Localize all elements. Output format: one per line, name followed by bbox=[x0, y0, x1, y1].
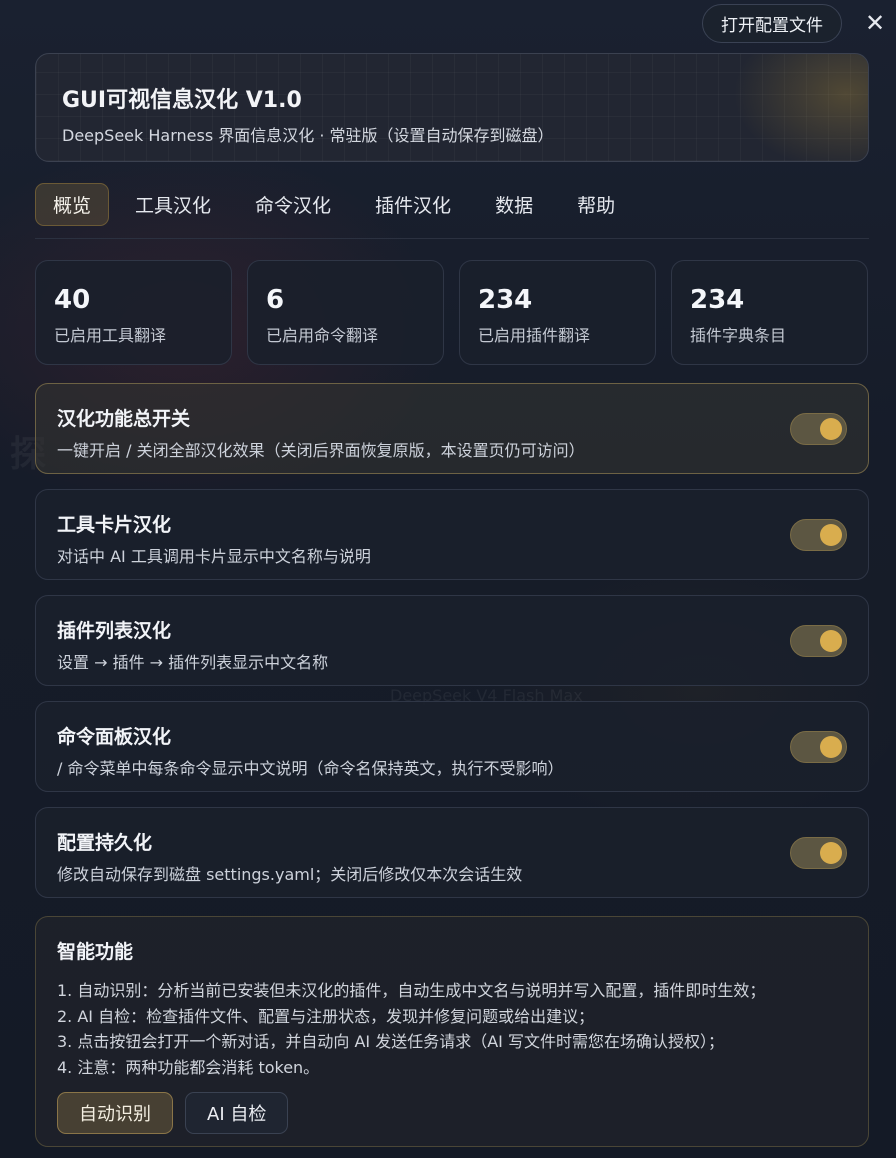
toggle-knob bbox=[820, 736, 842, 758]
stat-card-tools: 40 已启用工具翻译 bbox=[35, 260, 232, 365]
tab-data[interactable]: 数据 bbox=[477, 183, 551, 226]
smart-line: 2. AI 自检：检查插件文件、配置与注册状态，发现并修复问题或给出建议； bbox=[57, 1006, 595, 1026]
smart-features-card: 智能功能 1. 自动识别：分析当前已安装但未汉化的插件，自动生成中文名与说明并写… bbox=[35, 916, 869, 1147]
setting-command-panel: 命令面板汉化 / 命令菜单中每条命令显示中文说明（命令名保持英文，执行不受影响） bbox=[35, 701, 869, 792]
tab-help[interactable]: 帮助 bbox=[559, 183, 633, 226]
stat-label: 已启用工具翻译 bbox=[54, 326, 167, 345]
smart-title: 智能功能 bbox=[57, 941, 134, 963]
toggle-knob bbox=[820, 630, 842, 652]
setting-title: 配置持久化 bbox=[57, 832, 153, 854]
open-config-button[interactable]: 打开配置文件 bbox=[702, 4, 842, 43]
page-subtitle: DeepSeek Harness 界面信息汉化 · 常驻版（设置自动保存到磁盘） bbox=[62, 126, 554, 145]
toggle-knob bbox=[820, 418, 842, 440]
setting-desc: 修改自动保存到磁盘 settings.yaml；关闭后修改仅本次会话生效 bbox=[57, 865, 523, 884]
setting-persistence: 配置持久化 修改自动保存到磁盘 settings.yaml；关闭后修改仅本次会话… bbox=[35, 807, 869, 898]
master-switch-toggle[interactable] bbox=[790, 413, 847, 445]
setting-title: 工具卡片汉化 bbox=[57, 514, 172, 536]
tab-tools[interactable]: 工具汉化 bbox=[117, 183, 229, 226]
setting-title: 命令面板汉化 bbox=[57, 726, 172, 748]
setting-title: 汉化功能总开关 bbox=[57, 408, 191, 430]
stat-value: 234 bbox=[478, 285, 533, 315]
tab-overview[interactable]: 概览 bbox=[35, 183, 110, 226]
setting-desc: 一键开启 / 关闭全部汉化效果（关闭后界面恢复原版，本设置页仍可访问） bbox=[57, 441, 585, 460]
tool-cards-toggle[interactable] bbox=[790, 519, 847, 551]
stat-value: 6 bbox=[266, 285, 285, 315]
plugin-list-toggle[interactable] bbox=[790, 625, 847, 657]
setting-title: 插件列表汉化 bbox=[57, 620, 172, 642]
page-title: GUI可视信息汉化 V1.0 bbox=[62, 88, 302, 113]
close-icon[interactable]: ✕ bbox=[862, 10, 888, 36]
toggle-knob bbox=[820, 842, 842, 864]
header-card: GUI可视信息汉化 V1.0 DeepSeek Harness 界面信息汉化 ·… bbox=[35, 53, 869, 162]
auto-detect-button[interactable]: 自动识别 bbox=[57, 1092, 173, 1134]
setting-tool-cards: 工具卡片汉化 对话中 AI 工具调用卡片显示中文名称与说明 bbox=[35, 489, 869, 580]
persistence-toggle[interactable] bbox=[790, 837, 847, 869]
command-panel-toggle[interactable] bbox=[790, 731, 847, 763]
stat-card-plugins: 234 已启用插件翻译 bbox=[459, 260, 656, 365]
setting-desc: 对话中 AI 工具调用卡片显示中文名称与说明 bbox=[57, 547, 371, 566]
stat-label: 已启用命令翻译 bbox=[266, 326, 379, 345]
smart-line: 3. 点击按钮会打开一个新对话，并自动向 AI 发送任务请求（AI 写文件时需您… bbox=[57, 1032, 724, 1051]
setting-plugin-list: 插件列表汉化 设置 → 插件 → 插件列表显示中文名称 bbox=[35, 595, 869, 686]
setting-desc: / 命令菜单中每条命令显示中文说明（命令名保持英文，执行不受影响） bbox=[57, 759, 564, 778]
ai-check-button[interactable]: AI 自检 bbox=[185, 1092, 289, 1134]
toggle-knob bbox=[820, 524, 842, 546]
stat-value: 234 bbox=[690, 285, 745, 315]
setting-desc: 设置 → 插件 → 插件列表显示中文名称 bbox=[57, 653, 329, 672]
stat-value: 40 bbox=[54, 285, 91, 315]
stat-card-dictionary: 234 插件字典条目 bbox=[671, 260, 868, 365]
tab-bar: 概览 工具汉化 命令汉化 插件汉化 数据 帮助 bbox=[35, 183, 869, 239]
stat-card-commands: 6 已启用命令翻译 bbox=[247, 260, 444, 365]
tab-commands[interactable]: 命令汉化 bbox=[237, 183, 349, 226]
smart-line: 4. 注意：两种功能都会消耗 token。 bbox=[57, 1057, 320, 1077]
smart-actions: 自动识别 AI 自检 bbox=[57, 1092, 847, 1134]
setting-master-switch: 汉化功能总开关 一键开启 / 关闭全部汉化效果（关闭后界面恢复原版，本设置页仍可… bbox=[35, 383, 869, 474]
stat-label: 已启用插件翻译 bbox=[478, 326, 591, 345]
smart-line: 1. 自动识别：分析当前已安装但未汉化的插件，自动生成中文名与说明并写入配置，插… bbox=[57, 981, 766, 1000]
tab-plugins[interactable]: 插件汉化 bbox=[357, 183, 469, 226]
stat-label: 插件字典条目 bbox=[690, 326, 787, 345]
